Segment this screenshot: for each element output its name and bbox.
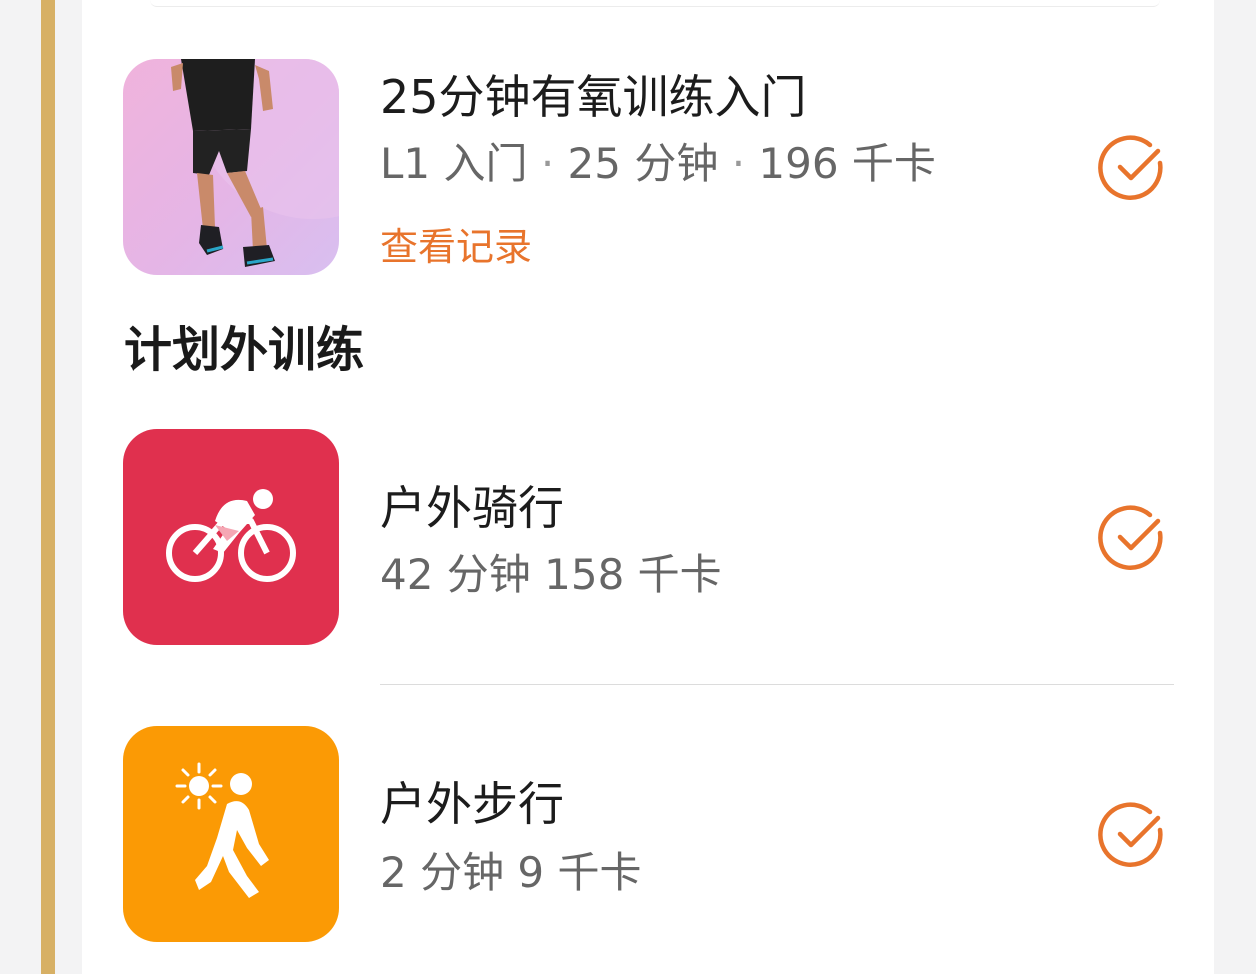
walking-sun-icon	[123, 726, 339, 942]
workout-level: L1 入门	[380, 139, 528, 188]
completed-check-icon	[1098, 503, 1168, 573]
completed-check-icon	[1098, 800, 1168, 870]
cycling-meta: 42 分钟 158 千卡	[380, 550, 722, 599]
workout-meta: L1 入门 · 25 分钟 · 196 千卡	[380, 139, 936, 188]
workout-calories: 196 千卡	[758, 139, 936, 188]
timeline-bar	[41, 0, 55, 974]
walking-meta: 2 分钟 9 千卡	[380, 848, 642, 897]
view-record-link[interactable]: 查看记录	[380, 228, 532, 266]
list-divider	[380, 684, 1174, 685]
walking-title: 户外步行	[380, 777, 564, 831]
runner-thumbnail	[123, 59, 339, 275]
section-title-unplanned: 计划外训练	[124, 322, 365, 378]
completed-check-icon	[1098, 133, 1168, 203]
workout-record-screen: 25分钟有氧训练入门 L1 入门 · 25 分钟 · 196 千卡 查看记录 计…	[0, 0, 1256, 974]
workout-duration: 25 分钟	[567, 139, 719, 188]
card-top-edge	[150, 0, 1160, 7]
cycling-title: 户外骑行	[380, 481, 564, 535]
workout-title: 25分钟有氧训练入门	[380, 70, 807, 124]
cycling-icon	[123, 429, 339, 645]
